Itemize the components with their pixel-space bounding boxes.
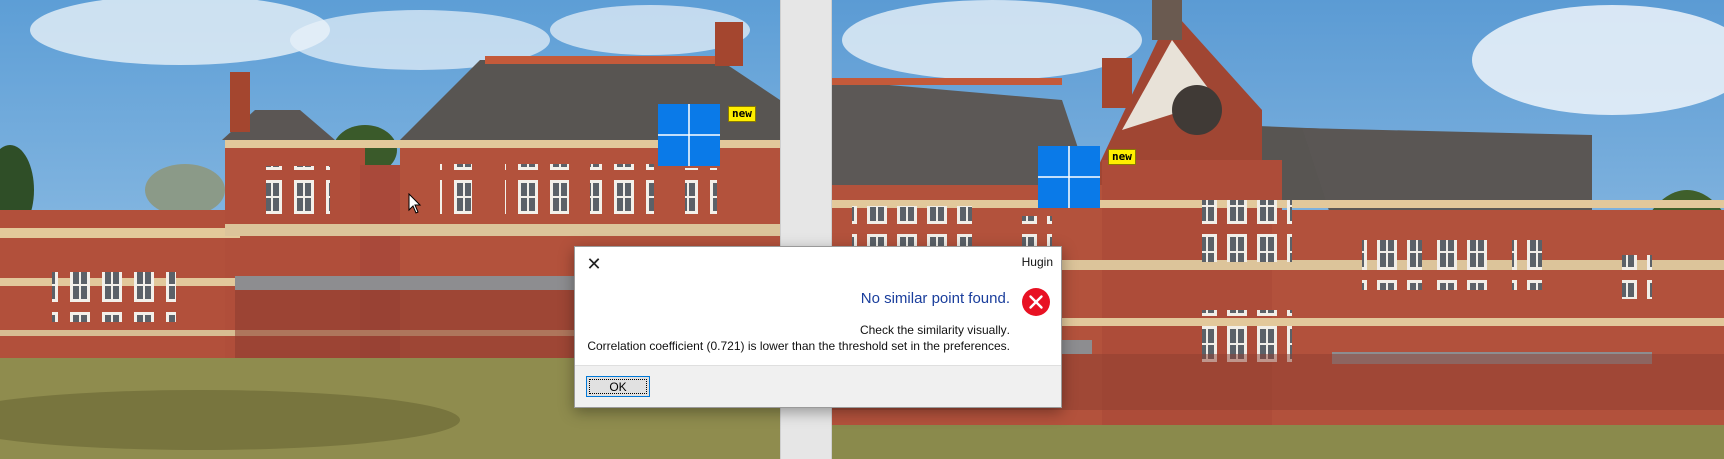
control-point-marker-right[interactable] [1038,146,1100,208]
dialog-button-bar: OK [575,365,1061,407]
control-point-marker-left[interactable] [658,104,720,166]
control-point-new-tag: new [1108,149,1136,165]
dialog-heading: .No similar point found [860,290,1010,307]
control-point-new-tag: new [728,106,756,122]
error-circle-icon [1022,288,1050,316]
ok-button[interactable]: OK [586,376,650,397]
close-icon[interactable]: ✕ [583,253,605,275]
dialog-title: Hugin [1021,255,1053,269]
control-point-square-icon [658,104,720,166]
dialog-message-line: .Correlation coefficient (0.721) is lowe… [587,339,1010,353]
control-point-square-icon [1038,146,1100,208]
mouse-cursor-icon [408,193,422,214]
dialog-message-line: .Check the similarity visually [859,323,1010,337]
error-dialog: ✕ Hugin .No similar point found .Check t… [574,246,1062,408]
